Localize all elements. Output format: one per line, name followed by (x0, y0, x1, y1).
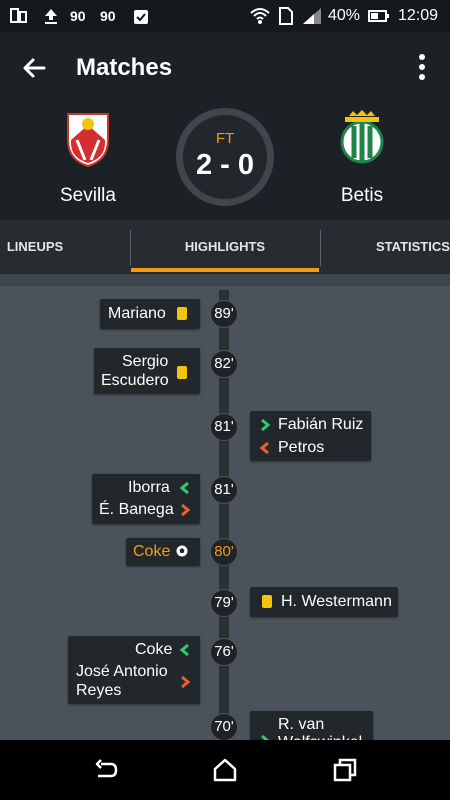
away-team[interactable]: Betis (302, 110, 422, 207)
event-player-in: Fabián Ruiz (278, 416, 364, 433)
sim-card-icon (279, 7, 293, 25)
event-minute: 80' (210, 538, 238, 566)
more-vert-icon[interactable] (410, 50, 434, 84)
tab-divider (320, 230, 321, 266)
battery-icon (368, 10, 389, 22)
match-header: Sevilla FT 2 - 0 Betis (0, 102, 450, 220)
football-icon (176, 545, 188, 557)
event-player-out-line2: Reyes (76, 682, 122, 699)
sevilla-crest-icon (67, 113, 109, 168)
event-minute: 79' (210, 589, 238, 617)
active-tab-indicator (131, 268, 319, 272)
event-player-line2: Escudero (101, 372, 169, 389)
event-minute: 76' (210, 638, 238, 666)
app-90min-icon: 90 (100, 8, 116, 24)
betis-crest-icon (340, 110, 384, 164)
match-score: 2 - 0 (195, 149, 255, 181)
page-title: Matches (76, 54, 173, 81)
wifi-icon (250, 8, 270, 24)
tab-bar: LINEUPS HIGHLIGHTS STATISTICS (0, 220, 450, 274)
sub-out-arrow-icon (259, 441, 269, 455)
event-minute: 81' (210, 476, 238, 504)
recents-icon[interactable] (331, 756, 359, 784)
yellow-card-icon (177, 307, 187, 320)
tab-highlights[interactable]: HIGHLIGHTS (131, 220, 319, 274)
signal-icon (303, 8, 321, 24)
clock-time: 12:09 (398, 7, 439, 24)
svg-text:90: 90 (70, 8, 86, 24)
event-player: Mariano (108, 305, 166, 322)
home-team-name: Sevilla (60, 185, 116, 206)
event-goal-scorer: Coke (133, 543, 171, 560)
event-minute: 70' (210, 713, 238, 741)
event-player-out: É. Banega (99, 501, 174, 518)
yellow-card-icon (177, 366, 187, 379)
event-minute: 81' (210, 413, 238, 441)
event-player: H. Westermann (281, 593, 392, 610)
status-bar: 90 90 40% 12:09 (0, 0, 450, 32)
event-player-in: Iborra (128, 479, 170, 496)
sub-out-arrow-icon (181, 503, 191, 517)
sub-in-arrow-icon (261, 418, 271, 432)
event-player-in: Coke (135, 641, 173, 658)
app-90min-icon: 90 (70, 8, 86, 24)
sub-in-arrow-icon (179, 643, 189, 657)
event-player-line1: Sergio (122, 353, 169, 370)
event-minute: 82' (210, 350, 238, 378)
back-arrow-icon[interactable] (18, 52, 50, 84)
system-nav-bar (0, 740, 450, 800)
sub-in-arrow-icon (179, 481, 189, 495)
event-player-in: R. van (278, 716, 325, 733)
event-minute: 89' (210, 300, 238, 328)
event-player-out: Petros (278, 439, 325, 456)
match-status: FT (215, 130, 235, 147)
tab-statistics[interactable]: STATISTICS (376, 220, 450, 274)
app-bar: Matches (0, 32, 450, 102)
home-icon[interactable] (211, 756, 239, 784)
away-team-name: Betis (340, 185, 384, 206)
tab-shadow (0, 274, 450, 286)
home-team[interactable]: Sevilla (28, 110, 148, 207)
event-player-out-line1: José Antonio (76, 663, 168, 680)
svg-text:90: 90 (100, 8, 116, 24)
battery-percent: 40% (328, 7, 361, 24)
upload-icon (45, 9, 57, 24)
score-circle: FT 2 - 0 (176, 108, 274, 206)
yellow-card-icon (262, 595, 272, 608)
clipboard-check-icon (134, 10, 148, 24)
sub-out-arrow-icon (181, 675, 191, 689)
cast-icon (10, 8, 27, 23)
back-icon[interactable] (92, 756, 120, 784)
tab-lineups[interactable]: LINEUPS (0, 220, 70, 274)
